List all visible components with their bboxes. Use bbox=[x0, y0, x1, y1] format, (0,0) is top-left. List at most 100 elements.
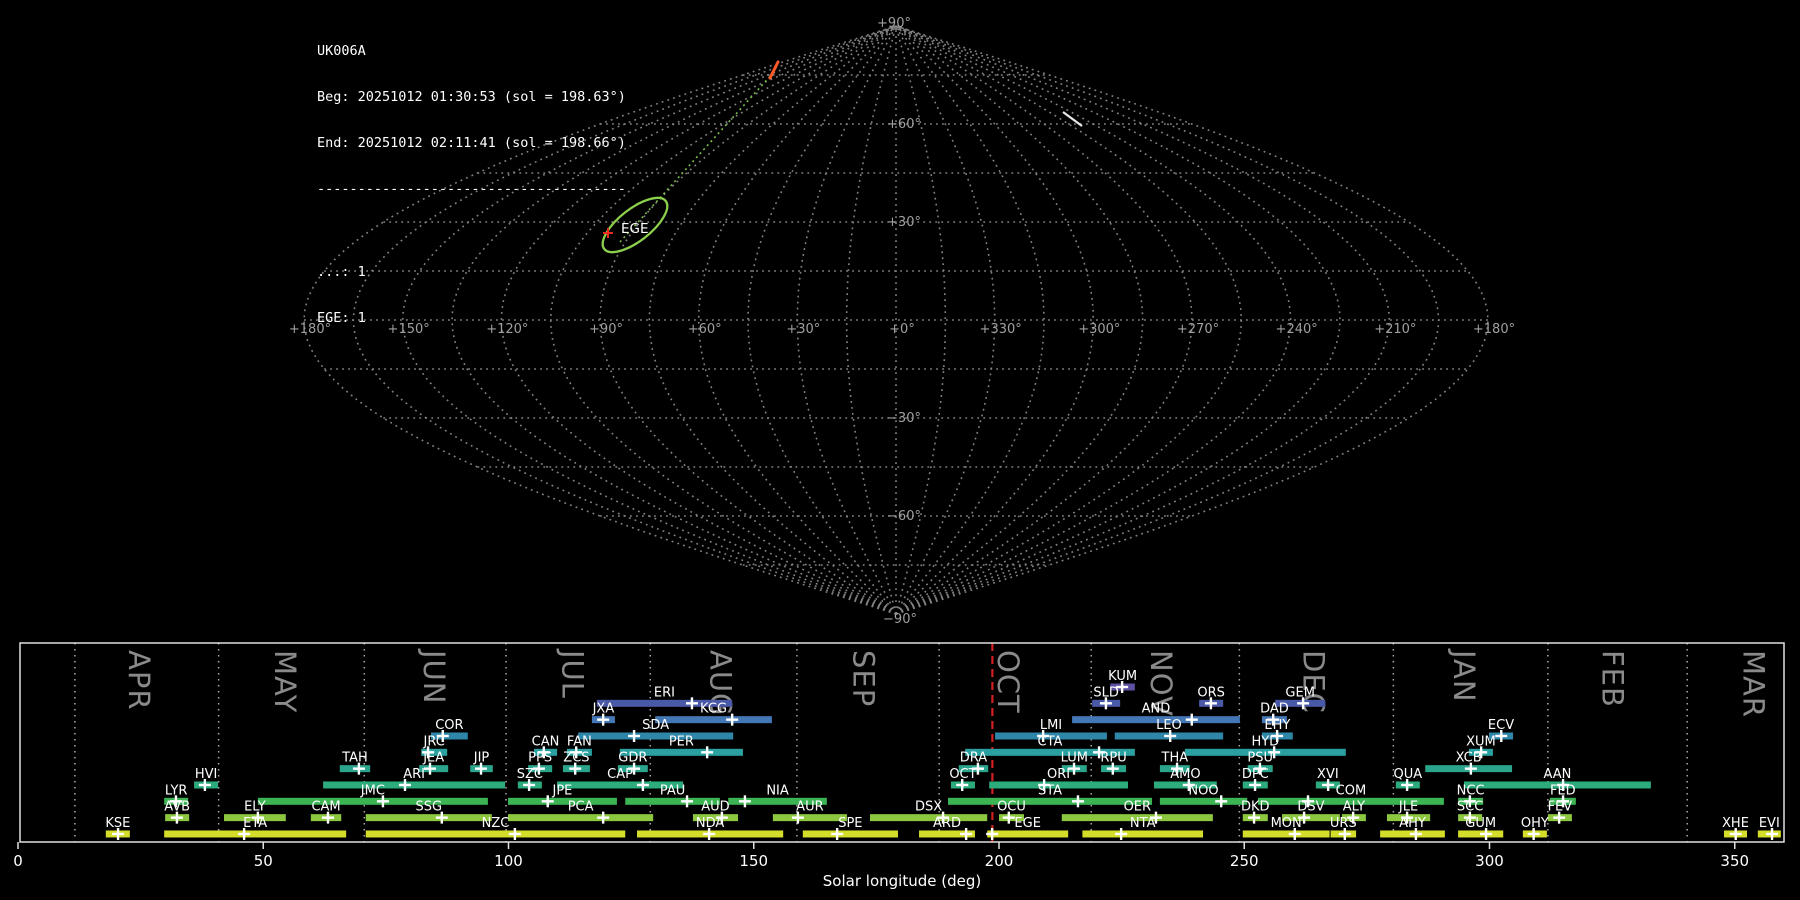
x-axis-title: Solar longitude (deg) bbox=[823, 872, 981, 890]
shower-code-label: HYD bbox=[1251, 734, 1279, 749]
shower-peak-marker bbox=[636, 778, 649, 791]
shower-code-label: HVI bbox=[195, 767, 218, 782]
x-tick-label: 100 bbox=[494, 852, 523, 870]
x-tick-label: 0 bbox=[13, 852, 23, 870]
x-tick-label: 250 bbox=[1230, 852, 1259, 870]
shower-code-label: AND bbox=[1142, 702, 1171, 717]
latitude-label: +60° bbox=[887, 117, 921, 132]
shower-activity: NDA bbox=[637, 816, 784, 840]
shower-bar bbox=[1159, 797, 1248, 805]
shower-activity: JXA bbox=[592, 702, 615, 726]
shower-activity: DKD bbox=[1241, 800, 1270, 824]
shower-peak-marker bbox=[701, 746, 714, 759]
shower-bar bbox=[802, 830, 898, 838]
shower-code-label: LEO bbox=[1156, 718, 1182, 733]
shower-code-label: ARD bbox=[933, 816, 961, 831]
shower-code-label: ORS bbox=[1197, 685, 1225, 700]
shower-bar bbox=[578, 732, 734, 740]
shower-activity: SLD bbox=[1092, 685, 1121, 710]
shower-code-label: COM bbox=[1336, 783, 1367, 798]
shower-code-label: ETA bbox=[243, 816, 267, 831]
shower-code-label: JLE bbox=[1398, 800, 1418, 815]
shower-activity: EVI bbox=[1757, 816, 1781, 840]
month-label: JUL bbox=[556, 648, 590, 699]
longitude-label: +120° bbox=[486, 322, 528, 337]
month-label: OCT bbox=[991, 650, 1025, 714]
shower-code-label: DKD bbox=[1241, 800, 1270, 815]
shower-bar bbox=[508, 814, 654, 822]
meridian-line bbox=[895, 25, 947, 615]
x-tick-label: 150 bbox=[739, 852, 768, 870]
shower-activity: DPC bbox=[1242, 767, 1269, 791]
shower-code-label: DSX bbox=[915, 800, 942, 815]
shower-bar bbox=[869, 814, 988, 822]
month-label: JUN bbox=[417, 648, 451, 704]
shower-code-label: EHY bbox=[1264, 718, 1290, 733]
shower-activity: RPU bbox=[1100, 751, 1127, 775]
shower-code-label: JXA bbox=[592, 702, 615, 717]
month-label: MAY bbox=[268, 650, 302, 713]
sky-grid bbox=[303, 25, 1489, 615]
shower-code-label: GUM bbox=[1465, 816, 1496, 831]
shower-code-label: KUM bbox=[1108, 669, 1137, 684]
shower-code-label: SSG bbox=[416, 800, 443, 815]
shower-code-label: KSE bbox=[105, 816, 130, 831]
radiant-shower-label: EGE bbox=[621, 221, 649, 237]
shower-code-label: AMO bbox=[1170, 767, 1200, 782]
x-axis: 0 50 100 150 200 250 300 350 Solar longitude (de… bbox=[13, 842, 1749, 890]
shower-activity: EGE bbox=[986, 816, 1069, 840]
shower-activity: XHE bbox=[1722, 816, 1749, 840]
shower-code-label: SZC bbox=[517, 767, 543, 782]
shower-code-label: FAN bbox=[567, 734, 592, 749]
shower-code-label: NTA bbox=[1130, 816, 1156, 831]
shower-code-label: XUM bbox=[1466, 734, 1496, 749]
shower-code-label: ELY bbox=[244, 800, 266, 815]
longitude-label: +240° bbox=[1276, 322, 1318, 337]
shower-peak-marker bbox=[597, 811, 610, 824]
shower-peak-marker bbox=[960, 827, 973, 840]
shower-code-label: PPS bbox=[528, 751, 552, 766]
shower-activity: OCT bbox=[949, 767, 977, 791]
shower-code-label: THA bbox=[1161, 751, 1189, 766]
shower-code-label: ZCS bbox=[563, 751, 589, 766]
shower-code-label: DRA bbox=[960, 751, 988, 766]
shower-activity: URS bbox=[1330, 816, 1357, 840]
shower-activity: OHY bbox=[1521, 816, 1549, 840]
sky-grid-labels: +180° +150° +120° +90° +60° +30° +0° +330° +300°… bbox=[289, 16, 1515, 627]
shower-code-label: ECV bbox=[1488, 718, 1514, 733]
shower-code-label: DAD bbox=[1260, 702, 1289, 717]
shower-activity: KSE bbox=[105, 816, 130, 840]
shower-activity: AVB bbox=[164, 800, 190, 824]
shower-activity: GUM bbox=[1458, 816, 1504, 840]
shower-code-label: JPE bbox=[552, 783, 573, 798]
shower-code-label: FED bbox=[1550, 783, 1576, 798]
shower-activity: ZCS bbox=[562, 751, 590, 775]
shower-code-label: SCC bbox=[1457, 800, 1483, 815]
shower-peak-marker bbox=[628, 729, 641, 742]
shower-activity: FEV bbox=[1548, 800, 1572, 824]
shower-code-label: OER bbox=[1124, 800, 1151, 815]
shower-activity: SZC bbox=[517, 767, 543, 791]
longitude-label: +330° bbox=[980, 322, 1022, 337]
shower-code-label: PSU bbox=[1247, 751, 1273, 766]
shower-bar bbox=[164, 830, 347, 838]
longitude-label: +0° bbox=[889, 322, 915, 337]
longitude-label: +270° bbox=[1177, 322, 1219, 337]
longitude-label: +30° bbox=[786, 322, 820, 337]
shower-bar bbox=[947, 797, 1153, 805]
shower-code-label: OHY bbox=[1521, 816, 1549, 831]
x-tick-label: 300 bbox=[1475, 852, 1504, 870]
shower-activity: TAH bbox=[339, 751, 371, 775]
x-tick-label: 200 bbox=[985, 852, 1014, 870]
shower-code-label: MON bbox=[1271, 816, 1302, 831]
latitude-label: −60° bbox=[887, 509, 921, 524]
shower-code-label: AUR bbox=[796, 800, 823, 815]
shower-code-label: SDA bbox=[642, 718, 669, 733]
shower-code-label: OCU bbox=[997, 800, 1026, 815]
shower-activity: JIP bbox=[470, 751, 493, 775]
shower-bar bbox=[323, 781, 506, 789]
shower-code-label: JEA bbox=[422, 751, 444, 766]
shower-code-label: KCG bbox=[700, 702, 727, 717]
shower-code-label: DPC bbox=[1242, 767, 1269, 782]
shower-code-label: PER bbox=[669, 734, 694, 749]
